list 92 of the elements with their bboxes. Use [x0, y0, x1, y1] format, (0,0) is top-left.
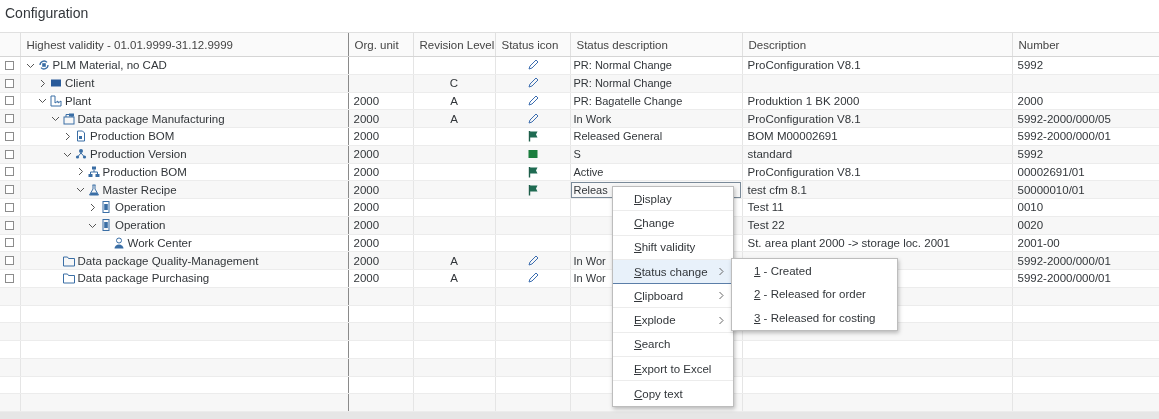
- person-icon: [112, 236, 125, 249]
- pencil-icon: [526, 254, 539, 267]
- chevron-right-icon[interactable]: [38, 78, 47, 88]
- row-checkbox[interactable]: [5, 256, 15, 266]
- menu-item[interactable]: Export to Excel: [613, 357, 733, 382]
- chevron-down-icon[interactable]: [50, 114, 60, 124]
- table-cell: Released General: [570, 127, 742, 146]
- table-cell: 00002691/01: [1012, 163, 1159, 181]
- folder-icon: [62, 272, 75, 285]
- monitor-icon: [50, 77, 62, 90]
- column-header[interactable]: Description: [742, 33, 1012, 57]
- tree-node-label[interactable]: Operation: [115, 219, 166, 232]
- menu-item[interactable]: Change: [613, 211, 733, 236]
- column-header[interactable]: Org. unit: [348, 33, 413, 57]
- table-cell: BOM M00002691: [742, 127, 1012, 146]
- column-header[interactable]: Status description: [570, 33, 742, 57]
- table-cell: ProConfiguration V8.1: [742, 163, 1012, 181]
- menu-item[interactable]: Copy text: [613, 381, 733, 406]
- chevron-down-icon[interactable]: [38, 96, 47, 106]
- tree-node-label[interactable]: Data package Purchasing: [77, 272, 210, 285]
- flask-icon: [87, 183, 100, 196]
- row-checkbox[interactable]: [5, 131, 15, 141]
- table-cell: 2000: [348, 127, 413, 146]
- column-header[interactable]: Revision Level: [413, 33, 495, 57]
- table-cell: St. area plant 2000 -> storage loc. 2001: [742, 234, 1012, 252]
- tree-node-label[interactable]: Master Recipe: [102, 183, 177, 196]
- row-checkbox[interactable]: [5, 114, 15, 124]
- table-cell: PR: Bagatelle Change: [570, 92, 742, 110]
- row-checkbox[interactable]: [5, 149, 15, 159]
- table-cell: Active: [570, 163, 742, 181]
- package-icon: [62, 112, 75, 125]
- row-checkbox[interactable]: [5, 238, 15, 248]
- row-checkbox[interactable]: [5, 185, 15, 195]
- row-checkbox[interactable]: [5, 273, 15, 283]
- table-cell: PR: Normal Change: [570, 56, 742, 75]
- table-cell: 5992-2000/000/01: [1012, 127, 1159, 146]
- menu-item[interactable]: 3 - Released for costing: [732, 306, 897, 330]
- menu-item[interactable]: Display: [613, 187, 733, 212]
- tree-node-label[interactable]: PLM Material, no CAD: [52, 59, 167, 72]
- chevron-right-icon[interactable]: [63, 131, 72, 141]
- table-cell: Test 11: [742, 198, 1012, 217]
- table-cell: 5992: [1012, 56, 1159, 75]
- table-cell: 2000: [1012, 92, 1159, 110]
- tree-node-label[interactable]: Operation: [115, 201, 166, 214]
- table-cell: A: [413, 269, 495, 288]
- pencil-icon: [526, 272, 539, 285]
- table-cell: A: [413, 92, 495, 110]
- tree-node-label[interactable]: Production BOM: [102, 165, 187, 178]
- pencil-icon: [526, 94, 539, 107]
- column-header[interactable]: Number: [1012, 33, 1159, 57]
- table-cell: 2000: [348, 269, 413, 288]
- chevron-right-icon[interactable]: [88, 202, 97, 212]
- menu-item[interactable]: Status change: [613, 259, 733, 285]
- flag-icon: [526, 130, 539, 143]
- square-icon: [526, 148, 539, 161]
- document-icon: [75, 130, 87, 143]
- tree-node-label[interactable]: Production BOM: [90, 130, 175, 143]
- row-checkbox[interactable]: [5, 78, 15, 88]
- column-header[interactable]: Status icon: [495, 33, 570, 57]
- flag-icon: [526, 183, 539, 196]
- hierarchy-icon: [87, 165, 100, 178]
- cycle-icon: [37, 59, 50, 72]
- pencil-icon: [526, 77, 539, 90]
- table-cell: 2001-00: [1012, 234, 1159, 252]
- table-cell: 2000: [348, 198, 413, 217]
- folder-icon: [62, 254, 75, 267]
- table-cell: 2000: [348, 234, 413, 252]
- table-cell: ProConfiguration V8.1: [742, 56, 1012, 75]
- row-checkbox[interactable]: [5, 60, 15, 70]
- tree-node-label[interactable]: Client: [65, 77, 95, 90]
- table-cell: 5992-2000/000/01: [1012, 269, 1159, 288]
- row-checkbox[interactable]: [5, 96, 15, 106]
- network-icon: [75, 148, 87, 161]
- table-cell: 2000: [348, 163, 413, 181]
- pencil-icon: [526, 112, 539, 125]
- pencil-icon: [526, 59, 539, 72]
- tree-node-label[interactable]: Work Center: [127, 236, 192, 249]
- chevron-down-icon[interactable]: [75, 185, 85, 195]
- menu-item[interactable]: Search: [613, 332, 733, 358]
- row-checkbox[interactable]: [5, 220, 15, 230]
- menu-item[interactable]: Shift validity: [613, 235, 733, 260]
- table-cell: 0010: [1012, 198, 1159, 217]
- row-checkbox[interactable]: [5, 202, 15, 212]
- page-title: Configuration: [4, 4, 89, 23]
- operation-icon: [100, 201, 112, 214]
- column-header[interactable]: Highest validity - 01.01.9999-31.12.9999: [20, 33, 348, 57]
- table-cell: 2000: [348, 92, 413, 110]
- table-cell: Produktion 1 BK 2000: [742, 92, 1012, 110]
- tree-node-label[interactable]: Plant: [65, 94, 92, 107]
- flag-icon: [526, 165, 539, 178]
- operation-icon: [100, 219, 112, 232]
- row-checkbox[interactable]: [5, 167, 15, 177]
